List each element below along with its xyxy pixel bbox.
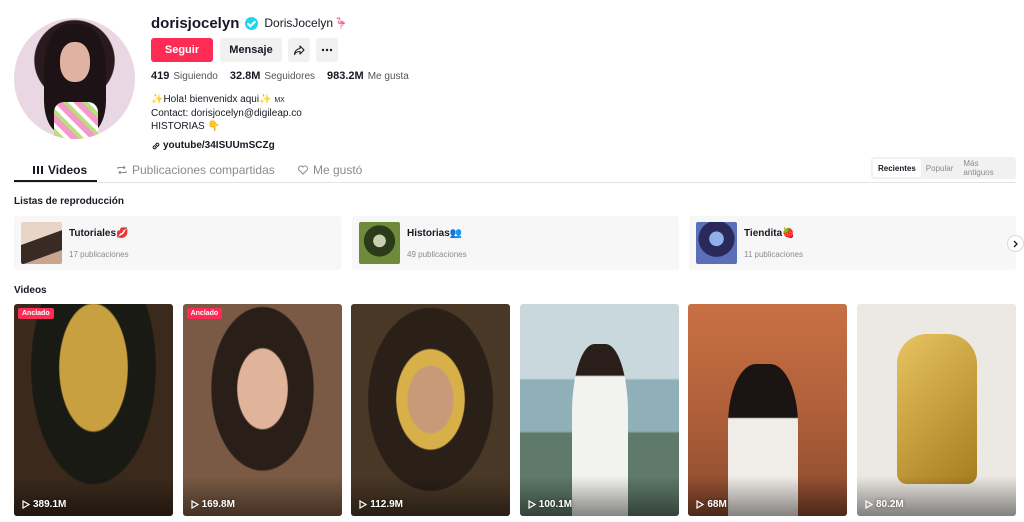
bio-line-3: HISTORIAS 👇 — [151, 120, 421, 133]
playlist-thumbnail — [21, 222, 62, 264]
playlist-title: Tiendita🍓 — [744, 228, 795, 239]
link-text[interactable]: youtube/34ISUUmSCZg — [163, 140, 275, 151]
playlist-card[interactable]: Historias👥 49 publicaciones — [352, 216, 679, 270]
likes-label: Me gusta — [367, 71, 409, 82]
play-icon — [22, 500, 30, 509]
profile-link[interactable]: youtube/34ISUUmSCZg — [151, 140, 421, 151]
sparkle-icon: ✨ — [151, 94, 164, 105]
playlist-title: Tutoriales💋 — [69, 228, 129, 239]
followers-count: 32.8M — [229, 70, 261, 82]
sort-popular[interactable]: Popular — [921, 159, 959, 177]
tab-reposts-label: Publicaciones compartidas — [132, 162, 275, 177]
playlist-count: 49 publicaciones — [407, 250, 467, 259]
view-count: 112.9M — [359, 499, 403, 510]
videos-heading: Videos — [14, 285, 47, 296]
tab-videos-label: Videos — [48, 162, 88, 177]
view-count: 389.1M — [22, 499, 66, 510]
repost-icon — [117, 165, 127, 174]
username: dorisjocelyn — [151, 14, 240, 32]
follow-button[interactable]: Seguir — [151, 38, 213, 62]
playlist-title: Historias👥 — [407, 228, 463, 239]
play-icon — [359, 500, 368, 509]
play-icon — [865, 500, 873, 509]
pointing-down-icon: 👇 — [207, 121, 220, 132]
video-grid: Anclado 389.1M Anclado 169.8M 112.9M 100… — [14, 304, 1016, 516]
view-count: 169.8M — [190, 499, 235, 510]
video-card[interactable]: 112.9M — [351, 304, 511, 516]
chevron-right-icon — [1013, 240, 1018, 247]
video-card[interactable]: 100.1M — [519, 304, 679, 516]
sort-recent[interactable]: Recientes — [873, 159, 921, 177]
profile-stats: 419 Siguiendo 32.8M Seguidores 983.2M Me… — [151, 70, 421, 82]
following-count: 419 — [151, 70, 170, 82]
share-icon — [293, 45, 305, 56]
tab-reposts[interactable]: Publicaciones compartidas — [116, 157, 275, 182]
view-count: 100.1M — [528, 499, 572, 510]
video-card[interactable]: Anclado 389.1M — [14, 304, 173, 516]
name-row: dorisjocelyn DorisJocelyn 🦩 — [151, 14, 421, 32]
followers-label[interactable]: Seguidores — [264, 71, 315, 82]
following-label[interactable]: Siguiendo — [173, 71, 217, 82]
bio-line-2: Contact: dorisjocelyn@digileap.co — [151, 108, 302, 119]
mx-flag-icon: MX — [274, 97, 285, 104]
more-options-button[interactable] — [316, 38, 338, 62]
nickname: DorisJocelyn — [264, 16, 334, 30]
sparkle-icon: ✨ — [259, 94, 272, 105]
content-tabs: Videos Publicaciones compartidas Me gust… — [14, 157, 1016, 183]
bio-greeting: Hola! bienvenidx aqui — [163, 94, 260, 105]
pinned-badge: Anclado — [18, 308, 54, 319]
profile-avatar — [14, 18, 135, 139]
video-card[interactable]: Anclado 169.8M — [182, 304, 342, 516]
playlist-thumbnail — [696, 222, 737, 264]
bio-historias: HISTORIAS — [151, 121, 205, 132]
verified-badge-icon — [245, 16, 259, 30]
play-icon — [528, 500, 536, 509]
tab-liked-label: Me gustó — [313, 162, 363, 177]
likes-count: 983.2M — [327, 70, 364, 82]
play-icon — [696, 500, 705, 509]
video-card[interactable]: 68M — [688, 304, 848, 516]
action-buttons: Seguir Mensaje — [151, 38, 421, 62]
flamingo-icon: 🦩 — [334, 17, 348, 30]
playlist-card[interactable]: Tutoriales💋 17 publicaciones — [14, 216, 341, 270]
playlist-card[interactable]: Tiendita🍓 11 publicaciones — [689, 216, 1016, 270]
playlist-count: 11 publicaciones — [744, 250, 804, 259]
heart-icon — [298, 165, 308, 175]
tab-liked[interactable]: Me gustó — [297, 157, 362, 182]
view-count: 68M — [696, 499, 727, 510]
pinned-badge: Anclado — [186, 308, 223, 319]
play-icon — [190, 500, 199, 509]
playlist-thumbnail — [359, 222, 400, 264]
grid-icon — [33, 165, 43, 174]
active-tab-indicator — [14, 180, 97, 182]
playlists-heading: Listas de reproducción — [14, 196, 125, 207]
view-count: 80.2M — [865, 499, 904, 510]
more-icon — [321, 48, 333, 52]
playlists-next-button[interactable] — [1007, 235, 1024, 252]
message-button[interactable]: Mensaje — [220, 38, 282, 62]
sort-oldest[interactable]: Más antiguos — [958, 159, 1014, 177]
profile-bio: ✨Hola! bienvenidx aqui✨ MX Contact: dori… — [151, 93, 421, 133]
sort-selector: Recientes Popular Más antiguos — [871, 157, 1016, 179]
profile-info: dorisjocelyn DorisJocelyn 🦩 Seguir Mensa… — [151, 14, 421, 151]
bio-line-1: ✨Hola! bienvenidx aqui✨ MX — [151, 93, 421, 107]
link-icon — [152, 142, 160, 149]
share-button[interactable] — [288, 38, 310, 62]
video-card[interactable]: 80.2M — [856, 304, 1016, 516]
playlist-count: 17 publicaciones — [69, 250, 129, 259]
tab-videos[interactable]: Videos — [32, 157, 87, 182]
